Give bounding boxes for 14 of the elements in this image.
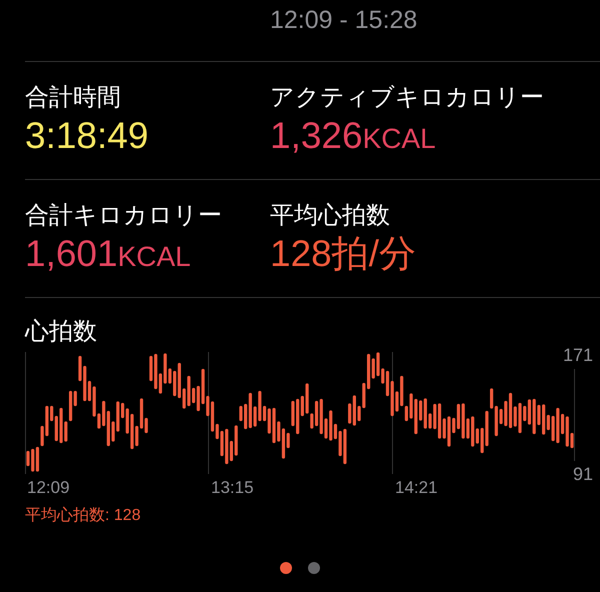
- metric-label: 合計キロカロリー: [25, 201, 223, 231]
- chart-title: 心拍数: [25, 318, 97, 345]
- metric-value: 128拍/分: [270, 232, 418, 276]
- axis-time-label: 14:21: [394, 476, 439, 498]
- metric-label: アクティブキロカロリー: [270, 83, 545, 113]
- metric-label: 合計時間: [25, 83, 122, 113]
- axis-time-label: 13:15: [210, 476, 255, 498]
- average-heart-rate: 平均心拍数: 128: [25, 506, 142, 526]
- metric-value: 3:18:49: [25, 114, 150, 158]
- metric-value: 1,601KCAL: [25, 232, 192, 276]
- time-range: 12:09 - 15:28: [270, 5, 418, 36]
- axis-time-label: 12:09: [26, 476, 71, 498]
- metric-label: 平均心拍数: [270, 201, 391, 231]
- metric-value: 1,326KCAL: [270, 114, 437, 158]
